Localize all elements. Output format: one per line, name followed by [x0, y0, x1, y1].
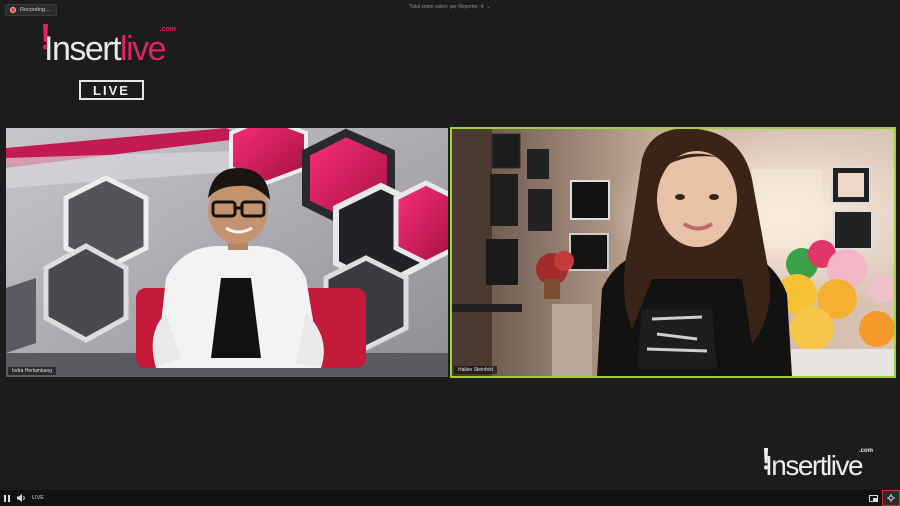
participant-name-guest: Hailee Steinfeld: [454, 366, 498, 374]
chevron-down-icon: ⌄: [486, 4, 491, 10]
volume-button[interactable]: [14, 491, 28, 505]
settings-button[interactable]: [882, 490, 900, 506]
picture-in-picture-icon: [868, 494, 878, 502]
logo-com-text: .com: [159, 26, 176, 33]
guest-video-feed: [452, 129, 894, 376]
view-title[interactable]: Total zoom video: per Reporter: 4 ⌄: [0, 4, 900, 10]
live-badge: LIVE: [79, 80, 144, 100]
settings-icon: [887, 494, 895, 502]
brand-logo: Insertlive .com: [43, 24, 180, 72]
host-video-feed: [6, 128, 448, 377]
brand-logo-watermark: Insertlive .com: [763, 446, 883, 486]
logo-wordmark: Insertlive: [765, 450, 864, 481]
pause-icon: [4, 494, 10, 502]
pause-button[interactable]: [0, 491, 14, 505]
logo-insert-text: Insert: [765, 450, 828, 481]
live-status-label: LIVE: [32, 495, 44, 501]
picture-in-picture-button[interactable]: [864, 490, 882, 506]
logo-wordmark: Insertlive: [44, 30, 167, 68]
participant-tile-guest[interactable]: Hailee Steinfeld: [450, 127, 896, 378]
controls-right: [864, 490, 900, 506]
volume-icon: [16, 494, 25, 502]
logo-insert-text: Insert: [44, 30, 122, 68]
participant-name-host: Indra Herlambang: [8, 367, 57, 375]
player-controls: LIVE: [0, 490, 900, 506]
logo-com-text: .com: [858, 448, 873, 454]
video-conference-screen: Recording... Total zoom video: per Repor…: [0, 0, 900, 506]
logo-live-text: live: [826, 450, 864, 481]
logo-live-text: live: [120, 30, 167, 68]
participant-tile-host[interactable]: Indra Herlambang: [6, 128, 448, 377]
view-title-text: Total zoom video: per Reporter: 4: [409, 4, 484, 10]
